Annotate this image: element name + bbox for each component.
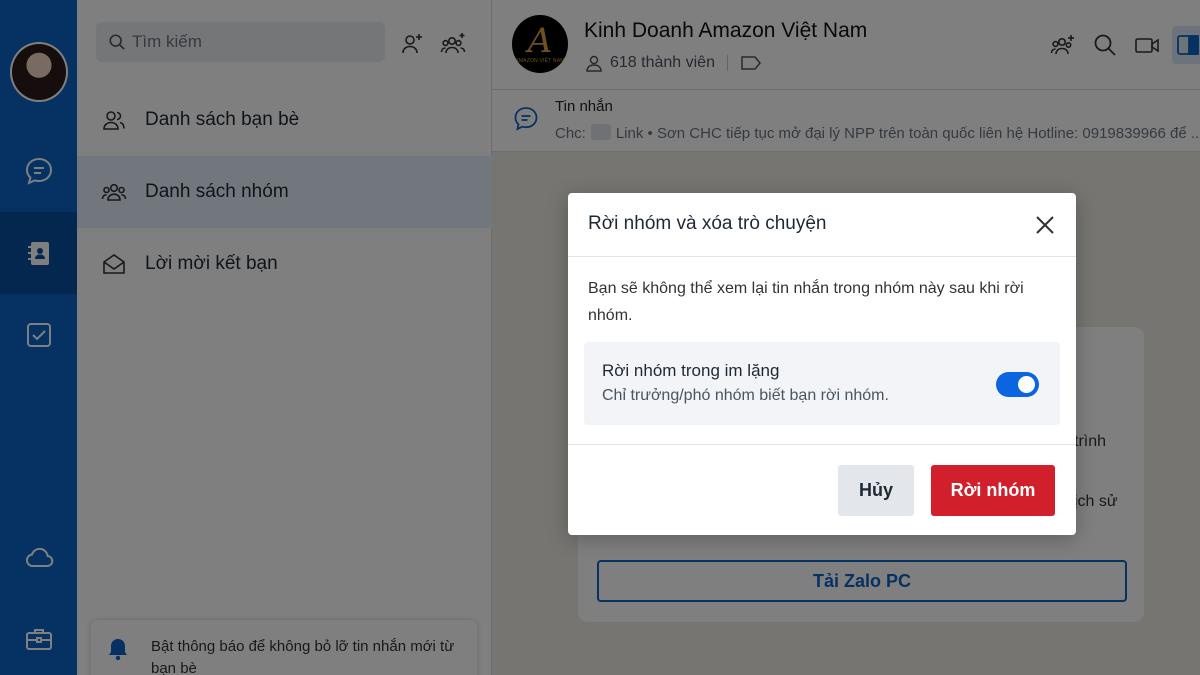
leave-group-button[interactable]: Rời nhóm [931, 465, 1055, 516]
cancel-button[interactable]: Hủy [838, 465, 914, 516]
dialog-title: Rời nhóm và xóa trò chuyện [588, 213, 827, 234]
close-button[interactable] [1032, 212, 1058, 238]
divider [568, 444, 1076, 445]
leave-group-dialog: Rời nhóm và xóa trò chuyện Bạn sẽ không … [568, 193, 1076, 535]
toggle-knob [1018, 376, 1035, 393]
option-subtitle: Chỉ trưởng/phó nhóm biết bạn rời nhóm. [602, 387, 889, 404]
option-title: Rời nhóm trong im lặng [602, 361, 780, 380]
silent-leave-toggle[interactable] [996, 372, 1039, 397]
silent-leave-option: Rời nhóm trong im lặng Chỉ trưởng/phó nh… [584, 342, 1060, 425]
close-icon [1036, 216, 1054, 234]
dialog-description: Bạn sẽ không thể xem lại tin nhắn trong … [588, 280, 1024, 324]
divider [568, 256, 1076, 257]
